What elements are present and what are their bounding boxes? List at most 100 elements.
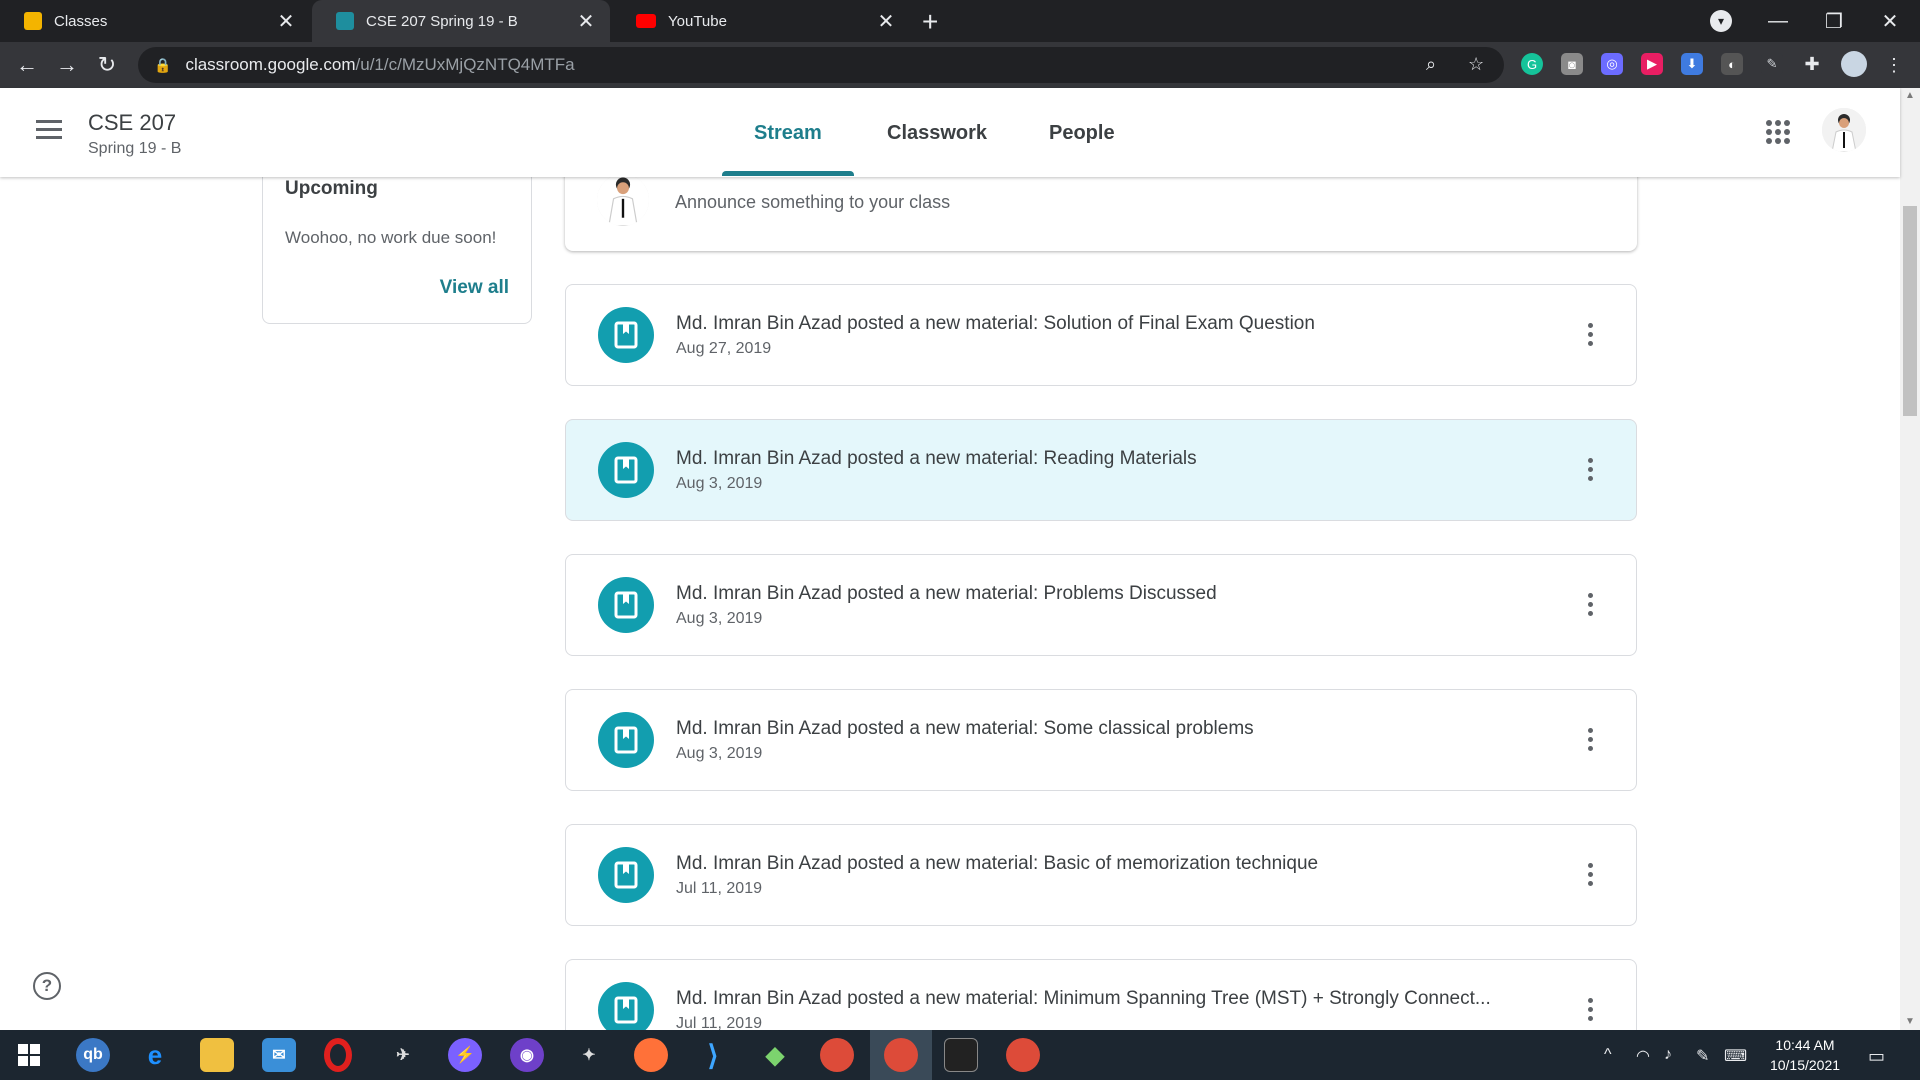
zoom-icon[interactable]: ⌕ [1426, 54, 1436, 75]
post-text: Md. Imran Bin Azad posted a new material… [676, 853, 1319, 874]
terminal-icon[interactable] [944, 1038, 978, 1072]
clock-date: 10/15/2021 [1769, 1057, 1841, 1073]
more-options-icon[interactable] [1588, 593, 1594, 620]
play-extension-icon[interactable]: ▶ [1641, 53, 1663, 75]
stream-post[interactable]: Md. Imran Bin Azad posted a new material… [565, 554, 1637, 656]
restore-button[interactable]: ❐ [1806, 0, 1862, 42]
tab-title: Classes [54, 12, 108, 30]
more-options-icon[interactable] [1588, 458, 1594, 485]
paint-icon[interactable]: ✦ [572, 1038, 606, 1072]
close-icon[interactable]: ✕ [876, 9, 896, 34]
post-text: Md. Imran Bin Azad posted a new material… [676, 313, 1315, 334]
new-tab-button[interactable]: + [922, 6, 938, 38]
tab-stream[interactable]: Stream [754, 122, 822, 145]
chrome-icon[interactable] [820, 1038, 854, 1072]
help-icon[interactable]: ? [33, 972, 61, 1000]
material-icon [598, 307, 654, 363]
pen-icon[interactable]: ✎ [1696, 1046, 1709, 1066]
opera-icon[interactable] [324, 1038, 352, 1072]
clock-time: 10:44 AM [1775, 1037, 1835, 1053]
lock-icon: 🔒 [154, 56, 172, 73]
classroom-icon [24, 12, 42, 30]
post-date: Aug 3, 2019 [676, 475, 763, 492]
scrollbar-thumb[interactable] [1903, 206, 1917, 416]
more-options-icon[interactable] [1588, 728, 1594, 755]
edge-icon[interactable]: e [138, 1038, 172, 1072]
more-options-icon[interactable] [1588, 998, 1594, 1025]
chrome-icon[interactable] [884, 1038, 918, 1072]
windows-taskbar: qb e ✉ ✈ ⚡ ◉ ✦ ⟩ ◆ ^ ◠ ♪ ✎ ⌨ 10:44 AM 10… [0, 1030, 1920, 1080]
tab-youtube[interactable]: YouTube ✕ [612, 0, 910, 42]
pen-extension-icon[interactable]: ✎ [1761, 53, 1783, 75]
app-icon[interactable]: ◆ [758, 1038, 792, 1072]
tab-classwork[interactable]: Classwork [887, 122, 987, 145]
qbittorrent-icon[interactable]: qb [76, 1038, 110, 1072]
back-button[interactable]: ← [12, 50, 42, 80]
messenger-icon[interactable]: ⚡ [448, 1038, 482, 1072]
page-scrollbar[interactable]: ▲ ▼ [1900, 88, 1920, 1030]
stream-post[interactable]: Md. Imran Bin Azad posted a new material… [565, 419, 1637, 521]
post-text: Md. Imran Bin Azad posted a new material… [676, 988, 1491, 1009]
profile-avatar-icon[interactable] [1841, 51, 1867, 77]
forward-button[interactable]: → [52, 50, 82, 80]
scroll-down-icon[interactable]: ▼ [1905, 1016, 1915, 1027]
url-text: classroom.google.com/u/1/c/MzUxMjQzNTQ4M… [185, 55, 574, 75]
account-avatar[interactable] [1822, 108, 1866, 152]
grammarly-icon[interactable]: G [1521, 53, 1543, 75]
vscode-icon[interactable]: ⟩ [696, 1038, 730, 1072]
extensions-puzzle-icon[interactable]: ✚ [1801, 53, 1823, 75]
mail-icon[interactable]: ✉ [262, 1038, 296, 1072]
upcoming-title: Upcoming [285, 178, 378, 199]
scroll-up-icon[interactable]: ▲ [1905, 90, 1915, 101]
post-text: Md. Imran Bin Azad posted a new material… [676, 583, 1217, 604]
extension-icon[interactable]: ◎ [1601, 53, 1623, 75]
more-options-icon[interactable] [1588, 323, 1594, 350]
course-title[interactable]: CSE 207 [88, 110, 176, 136]
minimize-button[interactable]: — [1750, 0, 1806, 42]
tab-people[interactable]: People [1049, 122, 1115, 145]
tab-cse207[interactable]: CSE 207 Spring 19 - B ✕ [312, 0, 610, 42]
tab-search-icon[interactable]: ▾ [1710, 10, 1732, 32]
window-close-button[interactable]: ✕ [1862, 0, 1918, 42]
camera-extension-icon[interactable]: ◙ [1561, 53, 1583, 75]
stream-post[interactable]: Md. Imran Bin Azad posted a new material… [565, 689, 1637, 791]
file-explorer-icon[interactable] [200, 1038, 234, 1072]
material-icon [598, 442, 654, 498]
address-bar[interactable]: 🔒 classroom.google.com/u/1/c/MzUxMjQzNTQ… [138, 47, 1504, 83]
post-date: Aug 27, 2019 [676, 340, 772, 357]
google-apps-icon[interactable] [1766, 120, 1790, 144]
main-menu-icon[interactable] [36, 120, 62, 140]
download-extension-icon[interactable]: ⬇ [1681, 53, 1703, 75]
tray-chevron-icon[interactable]: ^ [1604, 1046, 1612, 1064]
stream-post[interactable]: Md. Imran Bin Azad posted a new material… [565, 959, 1637, 1030]
taskbar-clock[interactable]: 10:44 AM 10/15/2021 [1760, 1035, 1850, 1075]
tab-classes[interactable]: Classes ✕ [0, 0, 310, 42]
windows-start-icon[interactable] [12, 1038, 46, 1072]
extension-icon[interactable]: ◐ [1721, 53, 1743, 75]
volume-icon[interactable]: ♪ [1664, 1046, 1672, 1064]
view-all-link[interactable]: View all [440, 277, 509, 299]
material-icon [598, 847, 654, 903]
stream-post[interactable]: Md. Imran Bin Azad posted a new material… [565, 824, 1637, 926]
wifi-icon[interactable]: ◠ [1636, 1046, 1650, 1066]
post-date: Jul 11, 2019 [676, 880, 762, 897]
stream-post[interactable]: Md. Imran Bin Azad posted a new material… [565, 284, 1637, 386]
classroom-header: CSE 207 Spring 19 - B Stream Classwork P… [0, 88, 1900, 177]
bookmark-star-icon[interactable]: ☆ [1468, 54, 1484, 75]
close-icon[interactable]: ✕ [576, 9, 596, 34]
browser-toolbar: ← → ↻ 🔒 classroom.google.com/u/1/c/MzUxM… [0, 42, 1920, 88]
browser-tab-strip: Classes ✕ CSE 207 Spring 19 - B ✕ YouTub… [0, 0, 1920, 42]
chrome-canary-icon[interactable] [1006, 1038, 1040, 1072]
course-section: Spring 19 - B [88, 140, 182, 157]
keyboard-icon[interactable]: ⌨ [1724, 1046, 1747, 1066]
post-text: Md. Imran Bin Azad posted a new material… [676, 718, 1254, 739]
notifications-icon[interactable]: ▭ [1868, 1046, 1885, 1067]
close-icon[interactable]: ✕ [276, 9, 296, 34]
more-options-icon[interactable] [1588, 863, 1594, 890]
announce-placeholder[interactable]: Announce something to your class [675, 192, 950, 213]
menu-kebab-icon[interactable]: ⋮ [1879, 50, 1909, 80]
satellite-app-icon[interactable]: ✈ [386, 1038, 420, 1072]
github-desktop-icon[interactable]: ◉ [510, 1038, 544, 1072]
reload-button[interactable]: ↻ [92, 50, 122, 80]
firefox-icon[interactable] [634, 1038, 668, 1072]
